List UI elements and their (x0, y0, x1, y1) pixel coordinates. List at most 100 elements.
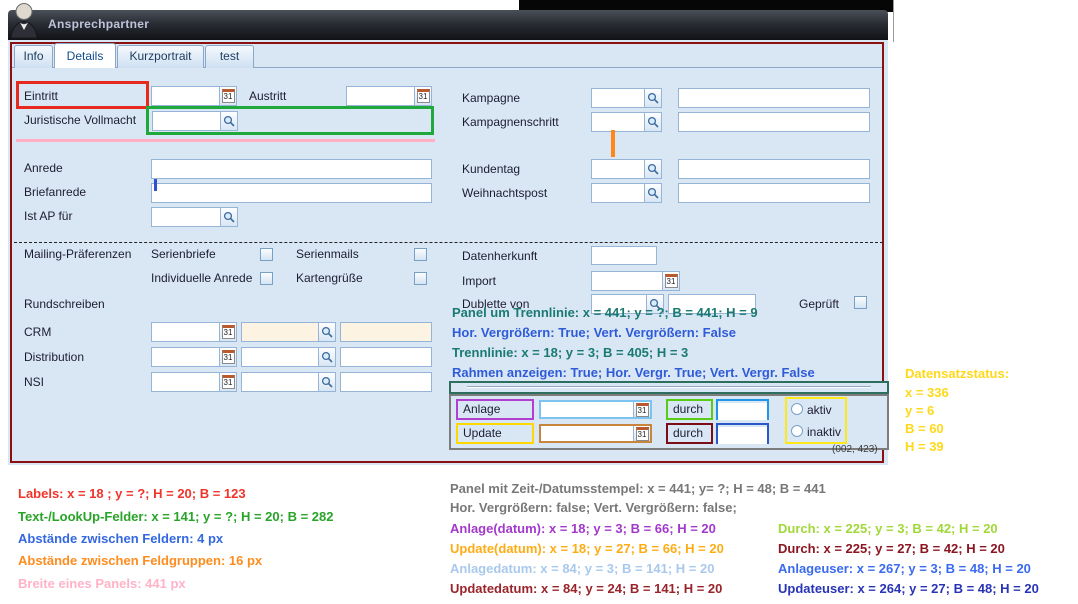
distribution-text-input[interactable] (341, 348, 431, 366)
annotation-update-datum: Update(datum): x = 18; y = 27; B = 66; H… (450, 541, 724, 556)
individuelle-anrede-checkbox[interactable] (260, 272, 273, 285)
updateuser-input[interactable] (718, 427, 767, 444)
datenherkunft-label: Datenherkunft (462, 249, 537, 263)
annotation-hor-vert-vergroessern-true: Hor. Vergrößern: True; Vert. Vergrößern:… (452, 325, 736, 340)
weihnachtspost-label: Weihnachtspost (462, 186, 547, 200)
background-window-edge (893, 0, 894, 42)
nsi-lookup-button[interactable] (318, 373, 335, 391)
update-label: Update (458, 425, 532, 441)
kampagnenschritt-lookup-button[interactable] (644, 113, 661, 131)
magnifier-icon (647, 163, 659, 175)
nsi-date-button[interactable]: 31 (219, 373, 236, 391)
annotation-datensatzstatus-y: y = 6 (905, 403, 934, 418)
calendar-icon: 31 (222, 89, 235, 103)
nsi-lookup-input[interactable] (242, 373, 318, 391)
crm-lookup-button[interactable] (318, 323, 335, 341)
ist-ap-fuer-input[interactable] (152, 208, 220, 226)
weihnachtspost-text-input[interactable] (679, 184, 869, 202)
geprueft-checkbox[interactable] (854, 296, 867, 309)
juristische-vollmacht-label: Juristische Vollmacht (24, 113, 136, 127)
crm-text-field (340, 322, 432, 342)
distribution-label: Distribution (24, 350, 84, 364)
anlageuser-input[interactable] (718, 403, 767, 420)
annotation-updatedatum: Updatedatum: x = 84; y = 24; B = 141; H … (450, 581, 722, 596)
kundentag-text-input[interactable] (679, 160, 869, 178)
tab-kurzportrait[interactable]: Kurzportrait (117, 45, 204, 68)
anlagedatum-datefield: 31 (539, 400, 652, 419)
kampagnenschritt-label: Kampagnenschritt (462, 115, 559, 129)
window-titlebar[interactable]: Ansprechpartner (8, 10, 888, 40)
aktiv-radio[interactable] (791, 403, 803, 415)
magnifier-icon (321, 326, 333, 338)
ist-ap-fuer-lookup-button[interactable] (220, 208, 237, 226)
calendar-icon: 31 (665, 274, 678, 288)
kampagnenschritt-lookup (591, 112, 662, 132)
kampagnenschritt-text-field (678, 112, 870, 132)
annotation-rahmen-anzeigen: Rahmen anzeigen: True; Hor. Vergr. True;… (452, 365, 815, 380)
distribution-lookup-button[interactable] (318, 348, 335, 366)
serienbriefe-label: Serienbriefe (151, 247, 216, 261)
briefanrede-input[interactable] (152, 184, 431, 202)
annotation-stamp-panel-resize: Hor. Vergrößern: false; Vert. Vergrößern… (450, 500, 737, 515)
anrede-field (151, 159, 432, 179)
crm-lookup (241, 322, 336, 342)
inaktiv-radio[interactable] (791, 425, 803, 437)
anrede-input[interactable] (152, 160, 431, 178)
anlagedatum-date-button[interactable]: 31 (633, 402, 650, 417)
timestamp-panel-highlight-gray: Anlage 31 durch Update 31 durch aktiv (449, 394, 889, 450)
annotation-anlage-datum: Anlage(datum): x = 18; y = 3; B = 66; H … (450, 521, 716, 536)
updatedatum-input[interactable] (541, 426, 633, 441)
serienmails-checkbox[interactable] (414, 248, 427, 261)
annotation-durch-anlage: Durch: x = 225; y = 3; B = 42; H = 20 (778, 521, 998, 536)
calendar-icon: 31 (222, 325, 235, 339)
weihnachtspost-lookup (591, 183, 662, 203)
serienbriefe-checkbox[interactable] (260, 248, 273, 261)
nsi-text-input[interactable] (341, 373, 431, 391)
crm-lookup-input[interactable] (242, 323, 318, 341)
screen: Ansprechpartner Info Details Kurzportrai… (0, 0, 1078, 604)
updateuser-field-highlight-navy (716, 423, 769, 444)
austritt-input[interactable] (347, 87, 414, 105)
distribution-lookup-input[interactable] (242, 348, 318, 366)
nsi-date-input[interactable] (152, 373, 219, 391)
import-label: Import (462, 274, 496, 288)
kampagne-lookup-button[interactable] (644, 89, 661, 107)
crm-date-button[interactable]: 31 (219, 323, 236, 341)
kampagnenschritt-text-input[interactable] (679, 113, 869, 131)
import-date-input[interactable] (592, 272, 662, 290)
separator-panel-highlight-teal (449, 381, 889, 394)
nsi-lookup (241, 372, 336, 392)
austritt-datefield: 31 (346, 86, 432, 106)
nsi-datefield: 31 (151, 372, 237, 392)
crm-text-input[interactable] (341, 323, 431, 341)
juristische-vollmacht-input[interactable] (153, 112, 220, 130)
austritt-date-button[interactable]: 31 (414, 87, 431, 105)
updatedatum-date-button[interactable]: 31 (633, 426, 650, 441)
distribution-date-input[interactable] (152, 348, 219, 366)
eintritt-input[interactable] (152, 87, 219, 105)
kundentag-lookup-button[interactable] (644, 160, 661, 178)
tab-info[interactable]: Info (14, 45, 53, 68)
distribution-date-button[interactable]: 31 (219, 348, 236, 366)
annotation-datensatzstatus-b: B = 60 (905, 421, 944, 436)
kundentag-label: Kundentag (462, 162, 520, 176)
juristische-vollmacht-lookup-button[interactable] (220, 112, 237, 130)
kampagnenschritt-lookup-input[interactable] (592, 113, 644, 131)
kampagne-text-input[interactable] (679, 89, 869, 107)
kampagne-lookup-input[interactable] (592, 89, 644, 107)
datenherkunft-input[interactable] (592, 247, 656, 264)
juristische-vollmacht-lookup (152, 111, 238, 131)
anlagedatum-input[interactable] (541, 402, 633, 417)
crm-date-input[interactable] (152, 323, 219, 341)
aktiv-label: aktiv (807, 403, 832, 417)
import-date-button[interactable]: 31 (662, 272, 679, 290)
weihnachtspost-lookup-input[interactable] (592, 184, 644, 202)
contact-person-icon (8, 1, 42, 39)
eintritt-date-button[interactable]: 31 (219, 87, 236, 105)
weihnachtspost-lookup-button[interactable] (644, 184, 661, 202)
kartengruesse-checkbox[interactable] (414, 272, 427, 285)
tab-test[interactable]: test (205, 45, 254, 68)
tab-details[interactable]: Details (54, 43, 116, 68)
kundentag-lookup-input[interactable] (592, 160, 644, 178)
import-datefield: 31 (591, 271, 680, 291)
